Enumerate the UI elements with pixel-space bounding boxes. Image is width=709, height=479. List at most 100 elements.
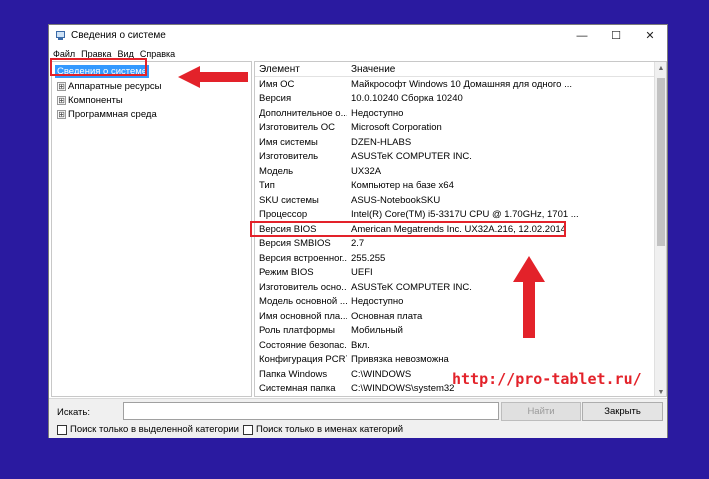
cell-element: Режим BIOS [259,267,314,279]
close-search-button[interactable]: Закрыть [582,402,663,421]
checkbox-label: Поиск только в выделенной категории [70,424,239,435]
cell-element: Имя основной пла... [259,310,347,322]
scroll-thumb[interactable] [657,78,665,246]
cell-element: Версия встроенног... [259,252,347,264]
cell-value: Intel(R) Core(TM) i5-3317U CPU @ 1.70GHz… [351,209,579,221]
expand-icon[interactable]: ⊞ [57,81,66,91]
system-info-app-icon [55,30,66,41]
cell-element: Имя ОС [259,78,295,90]
cell-element: Модель [259,165,294,177]
red-arrow-left-icon [178,66,248,88]
column-header-value[interactable]: Значение [347,64,666,75]
table-row[interactable]: Изготовитель ASUSTeK COMPUTER INC. [255,150,666,165]
cell-value: Компьютер на базе x64 [351,180,454,192]
search-selected-category-option[interactable]: Поиск только в выделенной категории [57,424,239,435]
tree-item-label: Компоненты [68,94,123,106]
table-row[interactable]: Модель UX32A [255,164,666,179]
table-row[interactable]: Процессор Intel(R) Core(TM) i5-3317U CPU … [255,208,666,223]
checkbox[interactable] [57,424,67,435]
vertical-scrollbar[interactable]: ▲ ▼ [654,62,666,396]
search-bar: Искать: Найти Закрыть Поиск только в выд… [49,398,667,438]
search-category-names-option[interactable]: Поиск только в именах категорий [243,424,403,435]
find-button[interactable]: Найти [501,402,581,421]
menu-file[interactable]: Файл [53,49,75,59]
tree-item-label: Аппаратные ресурсы [68,80,162,92]
menu-view[interactable]: Вид [118,49,134,59]
highlight-box-bios-version [250,221,566,237]
red-arrow-up-icon [513,256,545,338]
cell-value: UEFI [351,267,373,279]
cell-element: Папка Windows [259,368,328,380]
cell-element: Модель основной ... [259,296,347,308]
column-header-element[interactable]: Элемент [255,64,347,75]
cell-element: Версия [259,93,292,105]
cell-element: Конфигурация PCR7 [259,354,347,366]
minimize-button[interactable]: — [565,25,599,46]
cell-value: ASUSTeK COMPUTER INC. [351,281,472,293]
cell-value: Майкрософт Windows 10 Домашняя для одног… [351,78,573,90]
cell-element: Изготовитель осно... [259,281,347,293]
cell-element: Процессор [259,209,308,221]
site-watermark: http://pro-tablet.ru/ [452,370,642,388]
cell-element: Дополнительное о... [259,107,347,119]
cell-value: DZEN-HLABS [351,136,412,148]
expand-icon[interactable]: ⊞ [57,109,66,119]
cell-value: Недоступно [351,296,404,308]
cell-element: Роль платформы [259,325,335,337]
tree-item-hardware-resources[interactable]: ⊞ Аппаратные ресурсы [57,79,161,93]
scroll-up-icon[interactable]: ▲ [655,62,666,74]
expand-icon[interactable]: ⊞ [57,95,66,105]
table-row[interactable]: Версия 10.0.10240 Сборка 10240 [255,92,666,107]
tree-item-components[interactable]: ⊞ Компоненты [57,93,161,107]
table-row[interactable]: Режим BIOS UEFI [255,266,666,281]
scroll-down-icon[interactable]: ▼ [655,386,666,396]
search-input[interactable] [123,402,499,420]
cell-value: Недоступно [351,107,404,119]
window-title: Сведения о системе [71,30,166,41]
table-row[interactable]: Состояние безопас... Вкл. [255,338,666,353]
cell-element: Изготовитель ОС [259,122,335,134]
table-row[interactable]: Версия SMBIOS 2.7 [255,237,666,252]
title-bar: Сведения о системе — ☐ ✕ [49,25,667,46]
table-row[interactable]: Дополнительное о... Недоступно [255,106,666,121]
cell-element: SKU системы [259,194,319,206]
checkbox[interactable] [243,424,253,435]
table-row[interactable]: Изготовитель осно... ASUSTeK COMPUTER INC… [255,280,666,295]
menu-edit[interactable]: Правка [81,49,111,59]
cell-value: Основная плата [351,310,423,322]
cell-element: Изготовитель [259,151,319,163]
menu-help[interactable]: Справка [140,49,175,59]
table-row[interactable]: Тип Компьютер на базе x64 [255,179,666,194]
tree-children: ⊞ Аппаратные ресурсы ⊞ Компоненты ⊞ Прог… [57,79,161,121]
table-row[interactable]: Имя ОС Майкрософт Windows 10 Домашняя для… [255,77,666,92]
table-row[interactable]: Модель основной ... Недоступно [255,295,666,310]
cell-value: ASUSTeK COMPUTER INC. [351,151,472,163]
cell-value: Microsoft Corporation [351,122,442,134]
table-row[interactable]: Изготовитель ОС Microsoft Corporation [255,121,666,136]
cell-value: 2.7 [351,238,365,250]
cell-value: 10.0.10240 Сборка 10240 [351,93,463,105]
table-row[interactable]: Конфигурация PCR7 Привязка невозможна [255,353,666,368]
table-row[interactable]: Имя системы DZEN-HLABS [255,135,666,150]
cell-element: Тип [259,180,275,192]
category-tree: Сведения о системе ⊞ Аппаратные ресурсы … [51,61,252,397]
tree-item-software-environment[interactable]: ⊞ Программная среда [57,107,161,121]
tree-item-label: Программная среда [68,108,157,120]
cell-element: Системная папка [259,383,336,395]
cell-value: 255.255 [351,252,386,264]
cell-element: Имя системы [259,136,318,148]
highlight-box-system-summary [50,58,147,76]
maximize-button[interactable]: ☐ [599,25,633,46]
cell-value: Вкл. [351,339,370,351]
cell-element: Версия SMBIOS [259,238,331,250]
cell-element: Состояние безопас... [259,339,347,351]
table-header: Элемент Значение [255,62,666,77]
table-row[interactable]: Версия встроенног... 255.255 [255,251,666,266]
cell-value: ASUS-NotebookSKU [351,194,441,206]
table-row[interactable]: Имя основной пла... Основная плата [255,309,666,324]
table-row[interactable]: SKU системы ASUS-NotebookSKU [255,193,666,208]
close-window-button[interactable]: ✕ [633,25,667,46]
search-label: Искать: [57,407,90,418]
table-row[interactable]: Роль платформы Мобильный [255,324,666,339]
cell-value: Мобильный [351,325,403,337]
